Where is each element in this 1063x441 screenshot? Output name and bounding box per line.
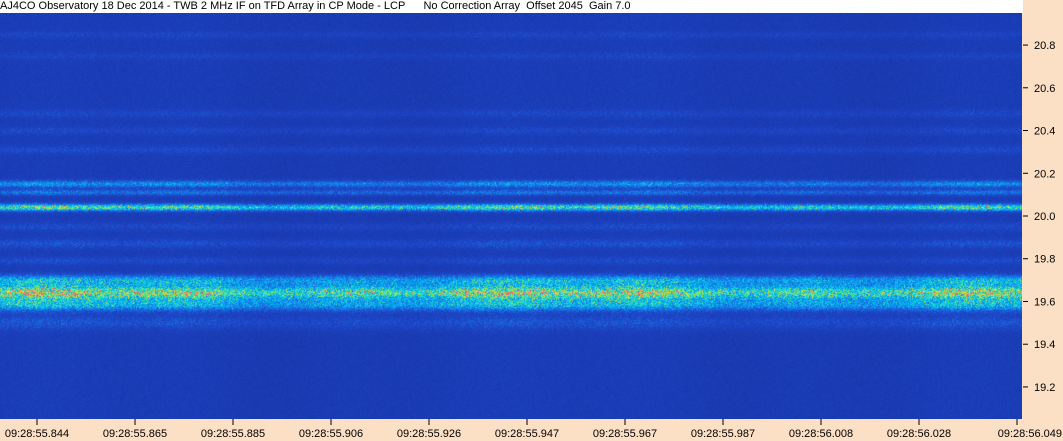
y-tick-label: 19.2 xyxy=(1034,382,1055,394)
x-tick-label: 09:28:55.865 xyxy=(103,428,167,440)
x-tick-label: 09:28:55.885 xyxy=(201,428,265,440)
chart-axes: 19.2 19.4 19.6 19.8 20.0 20.2 20.4 20.6 20.8 09:… xyxy=(5,40,1062,440)
y-tick-label: 19.4 xyxy=(1034,339,1055,351)
y-tick-label: 20.8 xyxy=(1034,40,1055,52)
x-tick-label: 09:28:55.947 xyxy=(495,428,559,440)
x-tick-label: 09:28:55.987 xyxy=(691,428,755,440)
x-tick-label: 09:28:55.906 xyxy=(299,428,363,440)
x-axis: 09:28:55.844 09:28:55.865 09:28:55.885 09:2… xyxy=(5,419,1062,440)
x-tick-label: 09:28:56.028 xyxy=(887,428,951,440)
y-tick-label: 20.0 xyxy=(1034,211,1055,223)
y-tick-label: 20.6 xyxy=(1034,83,1055,95)
y-tick-label: 20.2 xyxy=(1034,168,1055,180)
x-tick-label: 09:28:55.967 xyxy=(593,428,657,440)
x-tick-label: 09:28:56.049 xyxy=(998,428,1062,440)
y-tick-label: 20.4 xyxy=(1034,126,1055,138)
y-tick-label: 19.8 xyxy=(1034,254,1055,266)
y-axis: 19.2 19.4 19.6 19.8 20.0 20.2 20.4 20.6 20.8 xyxy=(1023,40,1055,394)
y-tick-label: 19.6 xyxy=(1034,296,1055,308)
x-tick-label: 09:28:55.926 xyxy=(397,428,461,440)
x-tick-label: 09:28:55.844 xyxy=(5,428,69,440)
x-tick-label: 09:28:56.008 xyxy=(789,428,853,440)
